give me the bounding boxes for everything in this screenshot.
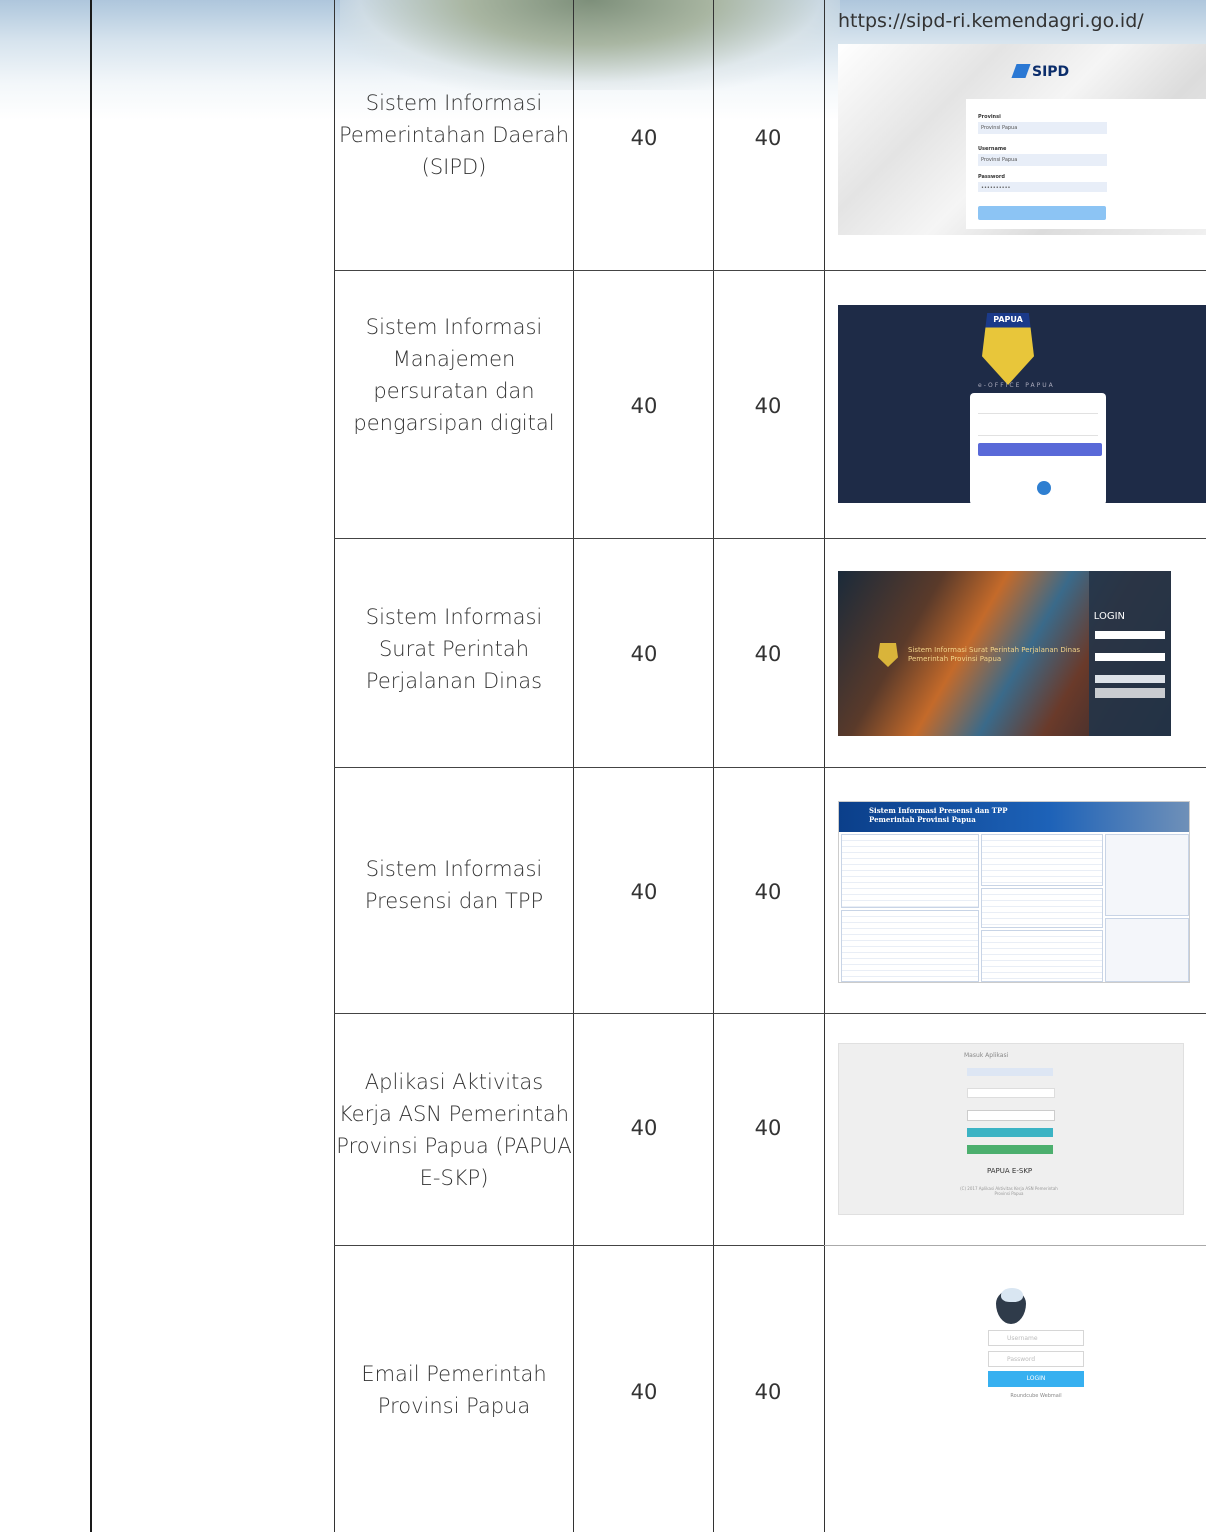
table-border-left [90, 0, 92, 1532]
username-field: Provinsi Papua [978, 154, 1107, 166]
username-field: Username [988, 1330, 1084, 1346]
row-value-2: 40 [754, 394, 782, 418]
password-field [967, 1088, 1055, 1098]
data-table [841, 834, 979, 908]
sipd-logo: SIPD [1011, 64, 1070, 80]
url-link[interactable]: https://sipd-ri.kemendagri.go.id/ [838, 10, 1144, 32]
title-line: Sistem Informasi Surat Perintah Perjalan… [908, 646, 1081, 654]
webmail-screenshot: Username Password LOGIN Roundcube Webmai… [838, 1278, 1206, 1428]
row-value-2: 40 [754, 126, 782, 150]
row-name: Sistem Informasi Presensi dan TPP [364, 857, 544, 913]
data-table [981, 930, 1103, 982]
landing-button [967, 1145, 1053, 1154]
row-value-2: 40 [754, 1380, 782, 1404]
eskp-screenshot: Masuk Aplikasi PAPUA E-SKP (C) 2017 Apli… [838, 1043, 1184, 1215]
row-name: Aplikasi Aktivitas Kerja ASN Pemerintah … [336, 1070, 572, 1190]
row-value-1: 40 [630, 1116, 658, 1140]
data-table [841, 910, 979, 982]
password-field: Password [988, 1351, 1084, 1367]
login-button: LOGIN [988, 1371, 1084, 1387]
row-name: Sistem Informasi Pemerintahan Daerah (SI… [338, 91, 570, 179]
papua-emblem-icon [878, 643, 898, 667]
table-border-col5 [824, 0, 825, 1532]
row-value-1: 40 [630, 880, 658, 904]
login-button [967, 1128, 1053, 1137]
title-line: Pemerintah Provinsi Papua [908, 655, 1002, 663]
data-table [981, 834, 1103, 886]
table-border-col2 [334, 0, 335, 1532]
presensi-screenshot: Sistem Informasi Presensi dan TPP Pemerin… [838, 801, 1190, 983]
sppd-title: Sistem Informasi Surat Perintah Perjalan… [908, 646, 1080, 664]
row-divider [824, 1245, 1206, 1246]
eskp-footer: (C) 2017 Aplikasi Aktivitas Kerja ASN Pe… [960, 1186, 1058, 1196]
field-label: Password [978, 174, 1005, 180]
row-name: Sistem Informasi Manajemen persuratan da… [353, 315, 555, 435]
sipd-screenshot: SIPD Provinsi Provinsi Papua Username Pr… [838, 44, 1206, 235]
province-field: Provinsi Papua [978, 122, 1107, 134]
login-nip-panel [1105, 918, 1189, 982]
username-field [978, 401, 1098, 414]
field-label: Username [978, 146, 1007, 152]
row-name: Email Pemerintah Provinsi Papua [361, 1362, 547, 1418]
sipd-logo-icon [1011, 64, 1031, 78]
emblem-label: PAPUA [993, 315, 1023, 324]
year-select [967, 1110, 1055, 1121]
eskp-brand: PAPUA E-SKP [987, 1167, 1033, 1175]
password-field [1095, 653, 1165, 661]
row-divider [334, 270, 1206, 271]
row-divider [334, 1245, 824, 1246]
document-page: Sistem Informasi Pemerintahan Daerah (SI… [0, 0, 1206, 1532]
table-border-col3 [573, 0, 574, 1532]
password-field [978, 423, 1098, 436]
year-field [1095, 675, 1165, 683]
login-button [1095, 688, 1165, 698]
eoffice-screenshot: PAPUA e-OFFICE PAPUA [838, 305, 1206, 503]
row-value-1: 40 [630, 126, 658, 150]
data-table [981, 888, 1103, 928]
login-button [978, 206, 1106, 220]
sipd-logo-text: SIPD [1032, 64, 1070, 80]
field-label: Provinsi [978, 114, 1001, 120]
eoffice-subtitle: e-OFFICE PAPUA [978, 382, 1055, 389]
password-field: •••••••••• [978, 182, 1107, 192]
nip-field [967, 1068, 1053, 1076]
login-operator-panel [1105, 834, 1189, 916]
title-line: Pemerintah Provinsi Papua [869, 815, 976, 824]
row-divider [334, 767, 1206, 768]
presensi-title: Sistem Informasi Presensi dan TPP Pemerin… [869, 806, 1008, 824]
row-value-1: 40 [630, 1380, 658, 1404]
kominfo-logo-icon [1037, 481, 1051, 495]
table-border-col4 [713, 0, 714, 1532]
login-heading: LOGIN [1093, 611, 1125, 622]
row-value-1: 40 [630, 394, 658, 418]
eskp-title: Masuk Aplikasi [964, 1052, 1009, 1059]
login-button [978, 443, 1102, 456]
row-value-2: 40 [754, 1116, 782, 1140]
row-value-2: 40 [754, 642, 782, 666]
username-field [1095, 631, 1165, 639]
sppd-screenshot: Sistem Informasi Surat Perintah Perjalan… [838, 571, 1171, 736]
row-value-2: 40 [754, 880, 782, 904]
row-value-1: 40 [630, 642, 658, 666]
title-line: Sistem Informasi Presensi dan TPP [869, 806, 1008, 815]
webmail-footer: Roundcube Webmail [1010, 1393, 1062, 1399]
row-divider [334, 1013, 1206, 1014]
row-name: Sistem Informasi Surat Perintah Perjalan… [365, 605, 543, 693]
roundcube-logo-top [1001, 1288, 1023, 1302]
row-divider [334, 538, 1206, 539]
